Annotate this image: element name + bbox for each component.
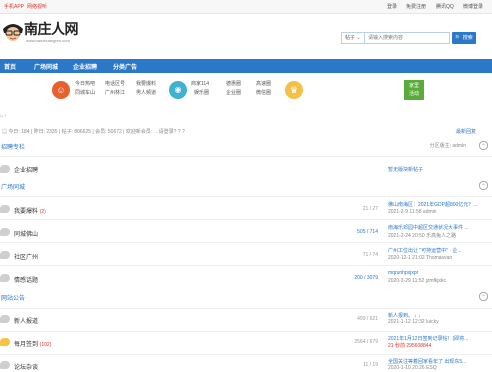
section-moderator: 分区版主: admin: [429, 143, 466, 149]
quick-link[interactable]: 同城车山: [75, 89, 95, 97]
last-thread-link[interactable]: 新人报到。 ↓ ↓: [388, 312, 488, 319]
forum-row[interactable]: 情感话题 200 / 3079 mqrunhpxjxpr 2020-3-29 1…: [0, 265, 492, 293]
section-title[interactable]: 网站公告: [1, 293, 25, 302]
thread-post-count: 11 / 19: [363, 362, 378, 368]
search-bar: 帖子 ⌄ 请输入搜索内容 🔍 搜索: [341, 32, 476, 44]
last-thread-link[interactable]: 南海乐邓园中超区交通状况大事件 ...: [388, 224, 488, 231]
weibo-login-link[interactable]: 微博登录: [463, 3, 483, 10]
quick-link[interactable]: 企业圈: [226, 89, 241, 97]
quick-link[interactable]: 商家114: [191, 80, 209, 88]
forum-row[interactable]: 新人报道 499 / 621 新人报到。 ↓ ↓ 2021-1-12 12:32…: [0, 308, 492, 331]
register-link[interactable]: 免费注册: [406, 3, 426, 10]
mascot-icon: [3, 24, 23, 41]
quick-link[interactable]: 男人频道: [136, 89, 156, 97]
forum-name[interactable]: 新人报道: [14, 316, 38, 325]
stats-text: ▤ 今日: 184 | 昨日: 2335 | 帖子: 806625 | 会员: …: [2, 129, 185, 135]
last-thread-link[interactable]: 佛山南海区：2021年GDP超800亿元？...: [388, 201, 488, 208]
nav-home[interactable]: 首页: [4, 62, 16, 71]
section-header-announcements: 网站公告 −: [0, 292, 492, 302]
last-thread-link[interactable]: 全国关注等着回家看年了 出现东5...: [388, 358, 488, 365]
site-logo[interactable]: 南庄人网 www.nanzhuangren.com: [2, 17, 86, 49]
forum-icon: [0, 165, 10, 173]
search-button[interactable]: 🔍 搜索: [452, 32, 476, 44]
thread-post-count: 505 / 714: [357, 229, 378, 235]
forum-name[interactable]: 同城佛山: [14, 229, 38, 238]
quick-link[interactable]: 娱乐圈: [194, 89, 209, 97]
login-link[interactable]: 登录: [387, 3, 397, 10]
forum-row[interactable]: 每月签到 (102) 2564 / 679 2021年1月12日签到记录帖！(即…: [0, 331, 492, 354]
quick-link[interactable]: 德惠圈: [226, 80, 241, 88]
qq-login-link[interactable]: 腾讯QQ: [436, 3, 454, 10]
quick-link[interactable]: 我要爆料: [136, 80, 156, 88]
breadcrumb[interactable]: ⌂ ›: [0, 113, 6, 119]
collapse-toggle-icon[interactable]: −: [479, 292, 488, 301]
last-thread-meta: 2020-3-29 11:52 jzmfkjxkc: [388, 278, 446, 284]
thread-post-count: 200 / 3079: [354, 275, 378, 281]
media-link[interactable]: 网络视听: [27, 3, 47, 10]
forum-row[interactable]: 论坛杂谈 11 / 19 全国关注等着回家看年了 出现东5... 2020-1-…: [0, 354, 492, 372]
last-thread-link[interactable]: mqrunhpxjxpr: [388, 270, 488, 276]
forum-icon: [0, 205, 10, 213]
quick-link[interactable]: 广州林江: [105, 89, 125, 97]
promo-line-1: 家里: [408, 83, 419, 89]
forum-name[interactable]: 我要爆料 (2): [14, 206, 46, 215]
section-title[interactable]: 招聘专栏: [1, 142, 25, 151]
forum-icon: [0, 338, 10, 346]
nav-jobs[interactable]: 企业招聘: [73, 62, 97, 71]
forum-icon: [0, 251, 10, 259]
last-thread-meta: 21 秒前 295608844: [388, 343, 432, 349]
top-bar: 手机APP 网络视听 登录 免费注册 腾讯QQ 微博登录: [0, 0, 492, 14]
forum-name[interactable]: 情感话题: [14, 275, 38, 284]
thread-post-count: 499 / 621: [357, 316, 378, 322]
nav-classifieds[interactable]: 分类广告: [113, 62, 137, 71]
collapse-toggle-icon[interactable]: −: [479, 141, 488, 150]
forum-icon: [0, 274, 10, 282]
quick-link[interactable]: 高速圈: [256, 80, 271, 88]
last-thread-meta: 2020-12-1 21:02 Thomasvan: [388, 255, 453, 261]
last-thread-meta: 2021-2-24 20:50 乐高兔人之路: [388, 233, 457, 239]
forum-name[interactable]: 论坛杂谈: [14, 362, 38, 371]
quick-link[interactable]: 微信圈: [256, 89, 271, 97]
latest-replies-link[interactable]: 最新回复: [456, 128, 476, 135]
forum-name[interactable]: 企业招聘: [14, 165, 38, 174]
forum-row[interactable]: 企业招聘 暂无版块新帖子: [0, 156, 492, 182]
last-thread-meta: 2020-1-10 20:26 ESQ: [388, 365, 437, 371]
section-header-city: 广场同城 −: [0, 181, 492, 191]
forum-stats: ▤ 今日: 184 | 昨日: 2335 | 帖子: 806625 | 会员: …: [0, 128, 492, 136]
site-url: www.nanzhuangren.com: [26, 38, 70, 43]
thread-post-count: 21 / 27: [362, 206, 378, 212]
section-header-jobs: 招聘专栏 分区版主: admin −: [0, 141, 492, 151]
search-scope-select[interactable]: 帖子 ⌄: [341, 32, 365, 44]
thread-post-count: 71 / 74: [362, 252, 378, 258]
search-input[interactable]: 请输入搜索内容: [365, 32, 450, 44]
forum-icon: [0, 315, 10, 323]
nav-city[interactable]: 广场同城: [34, 62, 58, 71]
section-title[interactable]: 广场同城: [1, 182, 25, 191]
no-posts-text: 暂无版块新帖子: [388, 167, 424, 173]
last-thread-link[interactable]: 广州工位出让 "可持运营中" · 企...: [388, 247, 488, 254]
last-thread-meta: 2021-1-12 12:32 luicky: [388, 319, 439, 325]
camera-icon: ◉: [169, 81, 187, 99]
collapse-toggle-icon[interactable]: −: [479, 181, 488, 190]
forum-icon: [0, 228, 10, 236]
trophy-icon: ♛: [285, 81, 303, 99]
last-thread-meta: 2021-2-9 11:58 admin: [388, 209, 437, 215]
thread-post-count: 2564 / 679: [354, 339, 378, 345]
quick-link[interactable]: 今日热吧: [75, 80, 95, 88]
main-nav: 首页 广场同城 企业招聘 分类广告: [0, 59, 492, 73]
hot-icon: ☺: [52, 81, 70, 99]
site-name: 南庄人网: [24, 21, 79, 37]
last-thread-link[interactable]: 2021年1月12日签到记录帖！(即将...: [388, 335, 488, 342]
promo-line-2: 活动: [408, 91, 419, 97]
promo-box[interactable]: 家里 活动: [404, 80, 424, 100]
mobile-app-link[interactable]: 手机APP: [4, 3, 24, 10]
quick-link[interactable]: 电话区号: [105, 80, 125, 88]
forum-name[interactable]: 每月签到 (102): [14, 339, 51, 348]
forum-icon: [0, 361, 10, 369]
forum-name[interactable]: 社区广州: [14, 252, 38, 261]
